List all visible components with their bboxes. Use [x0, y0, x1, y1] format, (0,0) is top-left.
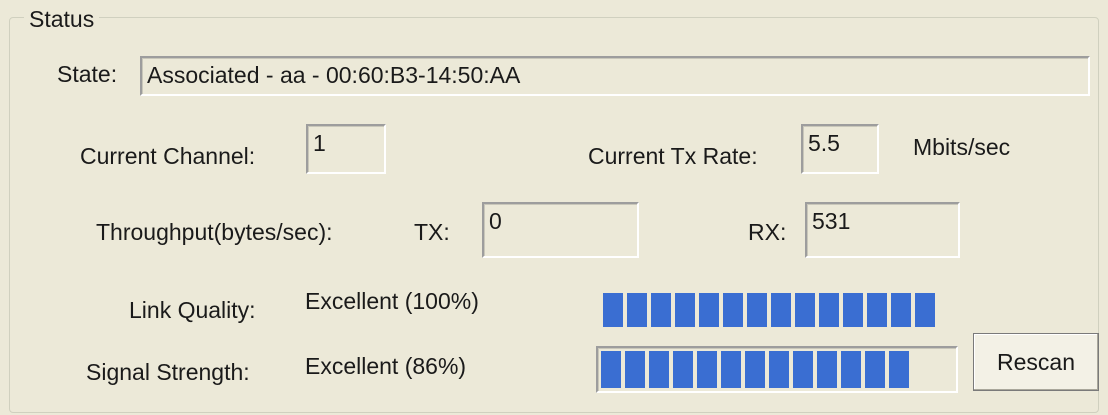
- progress-segment: [625, 351, 645, 388]
- progress-segment: [915, 293, 935, 327]
- progress-segment: [817, 351, 837, 388]
- progress-segment: [675, 293, 695, 327]
- progress-segment: [745, 351, 765, 388]
- signal-strength-value: Excellent (86%): [305, 353, 467, 379]
- signal-strength-bar: [596, 346, 958, 393]
- rescan-button[interactable]: Rescan: [973, 333, 1099, 391]
- link-quality-bar: [600, 290, 950, 330]
- progress-segment: [747, 293, 767, 327]
- progress-segment: [627, 293, 647, 327]
- link-quality-value: Excellent (100%): [305, 288, 479, 314]
- progress-segment: [843, 293, 863, 327]
- progress-segment: [865, 351, 885, 388]
- progress-segment: [795, 293, 815, 327]
- tx-label: TX:: [414, 219, 450, 245]
- progress-segment: [699, 293, 719, 327]
- current-channel-field: 1: [306, 124, 386, 174]
- progress-segment: [723, 293, 743, 327]
- progress-segment: [841, 351, 861, 388]
- tx-throughput-field: 0: [482, 202, 639, 258]
- status-group-title: Status: [24, 6, 100, 32]
- current-channel-label: Current Channel:: [80, 143, 256, 169]
- link-quality-label: Link Quality:: [129, 297, 256, 323]
- progress-segment: [771, 293, 791, 327]
- progress-segment: [889, 351, 909, 388]
- tx-rate-unit: Mbits/sec: [913, 134, 1011, 160]
- progress-segment: [651, 293, 671, 327]
- progress-segment: [673, 351, 693, 388]
- progress-segment: [793, 351, 813, 388]
- progress-segment: [819, 293, 839, 327]
- progress-segment: [649, 351, 669, 388]
- progress-segment: [891, 293, 911, 327]
- progress-segment: [867, 293, 887, 327]
- state-label: State:: [57, 61, 118, 87]
- progress-segment: [603, 293, 623, 327]
- rx-label: RX:: [748, 219, 787, 245]
- progress-segment: [769, 351, 789, 388]
- progress-segment: [697, 351, 717, 388]
- throughput-label: Throughput(bytes/sec):: [96, 219, 333, 245]
- progress-segment: [601, 351, 621, 388]
- state-field: Associated - aa - 00:60:B3-14:50:AA: [140, 56, 1090, 96]
- progress-segment: [721, 351, 741, 388]
- current-tx-rate-label: Current Tx Rate:: [588, 143, 758, 169]
- signal-strength-label: Signal Strength:: [86, 359, 250, 385]
- current-tx-rate-field: 5.5: [801, 124, 879, 174]
- rx-throughput-field: 531: [805, 202, 960, 258]
